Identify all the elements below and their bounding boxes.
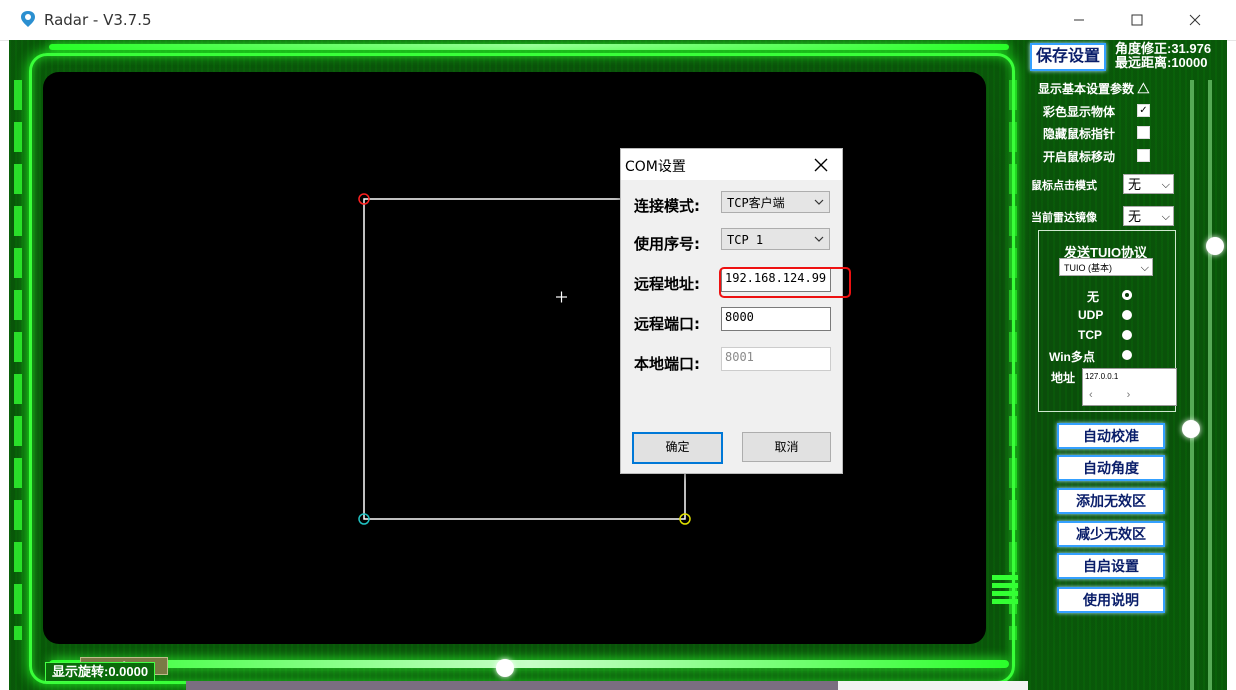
serial-label: 使用序号: — [634, 235, 700, 253]
max-distance: 最远距离:10000 — [1115, 55, 1208, 70]
show-params-toggle[interactable]: 显示基本设置参数 △ — [1038, 80, 1149, 97]
tuio-option-tcp-label: TCP — [1078, 328, 1102, 342]
chevron-down-icon: ⌵ — [1161, 211, 1170, 223]
window-title: Radar - V3.7.5 — [44, 11, 152, 29]
serial-value: TCP 1 — [727, 233, 764, 247]
cancel-button[interactable]: 取消 — [742, 432, 831, 462]
mirror-value: 无 — [1128, 209, 1142, 224]
tuio-option-udp-label: UDP — [1078, 308, 1104, 322]
mirror-select[interactable]: 无 ⌵ — [1123, 206, 1174, 226]
remote-port-label: 远程端口: — [634, 315, 700, 333]
maximize-button[interactable] — [1114, 6, 1160, 34]
angle-correction: 角度修正:31.976 — [1115, 41, 1212, 56]
radar-app-icon — [21, 11, 35, 27]
connect-mode-value: TCP客户端 — [727, 196, 785, 210]
address-label: 地址 — [1051, 371, 1076, 385]
address-input[interactable]: 127.0.0.1 ‹› — [1082, 368, 1177, 406]
chevron-down-icon — [814, 199, 824, 205]
frame-left-rail — [14, 80, 22, 640]
background-window-strip-right — [838, 681, 1028, 690]
autostart-settings-button[interactable]: 自启设置 — [1057, 553, 1165, 579]
local-port-input: 8001 — [721, 347, 831, 371]
dialog-title: COM设置 — [625, 159, 686, 175]
radar-canvas[interactable]: 1 — [43, 72, 986, 675]
connect-mode-label: 连接模式: — [634, 197, 700, 215]
hide-cursor-checkbox[interactable] — [1137, 126, 1150, 139]
serial-select[interactable]: TCP 1 — [721, 228, 830, 250]
address-scroll-arrows-icon[interactable]: ‹› — [1089, 389, 1164, 401]
chevron-down-icon: ⌵ — [1161, 179, 1170, 191]
center-crosshair-icon — [556, 291, 567, 303]
address-value: 127.0.0.1 — [1085, 372, 1119, 381]
enable-mouse-checkbox[interactable] — [1137, 149, 1150, 162]
chevron-down-icon: ⌵ — [1140, 262, 1149, 274]
maximize-icon — [1131, 14, 1143, 26]
vertical-slider-track-a[interactable] — [1190, 80, 1194, 690]
click-mode-select[interactable]: 无 ⌵ — [1123, 174, 1174, 194]
slider-knob-bottom[interactable] — [496, 659, 514, 677]
remote-address-label: 远程地址: — [634, 275, 700, 293]
minimize-icon — [1074, 19, 1084, 21]
rotation-readout: 显示旋转:0.0000 — [45, 662, 156, 682]
manual-button[interactable]: 使用说明 — [1057, 587, 1165, 613]
connect-mode-select[interactable]: TCP客户端 — [721, 191, 830, 213]
close-icon — [1189, 14, 1201, 26]
hide-cursor-label: 隐藏鼠标指针 — [1043, 127, 1116, 141]
tuio-option-udp-radio[interactable] — [1122, 310, 1132, 320]
tuio-option-win-radio[interactable] — [1122, 350, 1132, 360]
frame-top-glow — [49, 44, 1009, 50]
radar-scene — [358, 193, 691, 525]
auto-calibrate-button[interactable]: 自动校准 — [1057, 423, 1165, 449]
minimize-button[interactable] — [1056, 6, 1102, 34]
radar-app: 1 显示旋转:0.0000 保存设置 角度修正:31.976 最远距离:1000… — [9, 40, 1227, 690]
title-bar: Radar - V3.7.5 — [0, 0, 1236, 41]
tuio-option-none-radio[interactable] — [1122, 290, 1132, 300]
click-mode-label: 鼠标点击模式 — [1031, 180, 1097, 192]
frame-bottom-glow — [49, 660, 1009, 668]
auto-angle-button[interactable]: 自动角度 — [1057, 455, 1165, 481]
background-window-strip — [186, 681, 838, 690]
angle-distance-readout: 角度修正:31.976 最远距离:10000 — [1115, 42, 1211, 70]
slider-knob-right-mid[interactable] — [1182, 420, 1200, 438]
tuio-option-tcp-radio[interactable] — [1122, 330, 1132, 340]
tuio-option-none-label: 无 — [1087, 290, 1100, 304]
ok-button[interactable]: 确定 — [632, 432, 723, 464]
color-display-checkbox[interactable]: ✓ — [1137, 104, 1150, 117]
remote-port-input[interactable]: 8000 — [721, 307, 831, 331]
tuio-protocol-value: TUIO (基本) — [1064, 263, 1112, 273]
tuio-protocol-select[interactable]: TUIO (基本) ⌵ — [1059, 258, 1153, 276]
close-icon[interactable] — [811, 155, 831, 175]
slider-knob-right-top[interactable] — [1206, 237, 1224, 255]
vertical-slider-track-b[interactable] — [1208, 80, 1212, 690]
chevron-down-icon — [814, 236, 824, 242]
local-port-label: 本地端口: — [634, 355, 700, 373]
add-invalid-zone-button[interactable]: 添加无效区 — [1057, 488, 1165, 514]
color-display-label: 彩色显示物体 — [1043, 105, 1116, 119]
com-settings-dialog: COM设置 连接模式: TCP客户端 使用序号: TCP 1 远程地址: 192… — [620, 148, 851, 474]
remote-address-highlight — [719, 267, 851, 298]
dialog-title-bar: COM设置 — [621, 149, 842, 180]
frame-deco-stack — [992, 575, 1018, 607]
enable-mouse-label: 开启鼠标移动 — [1043, 150, 1116, 164]
close-button[interactable] — [1172, 6, 1218, 34]
remove-invalid-zone-button[interactable]: 减少无效区 — [1057, 521, 1165, 547]
tuio-option-win-label: Win多点 — [1049, 350, 1095, 364]
save-settings-button[interactable]: 保存设置 — [1030, 43, 1106, 71]
mirror-label: 当前雷达镜像 — [1031, 212, 1097, 224]
click-mode-value: 无 — [1128, 177, 1142, 192]
